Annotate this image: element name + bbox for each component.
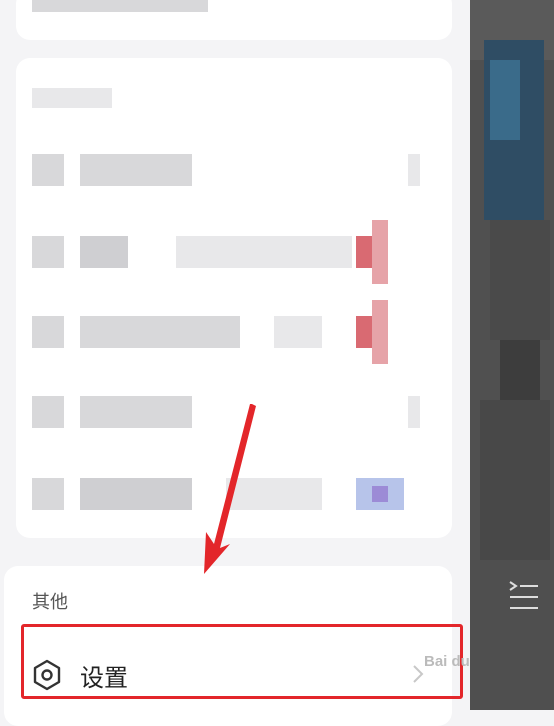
annotation-highlight-box (21, 624, 463, 699)
pixelated-top-card (16, 0, 452, 40)
annotation-arrow (204, 404, 256, 574)
playlist-menu-icon[interactable] (508, 580, 540, 612)
section-title: 其他 (32, 592, 68, 613)
side-drawer (0, 0, 470, 726)
